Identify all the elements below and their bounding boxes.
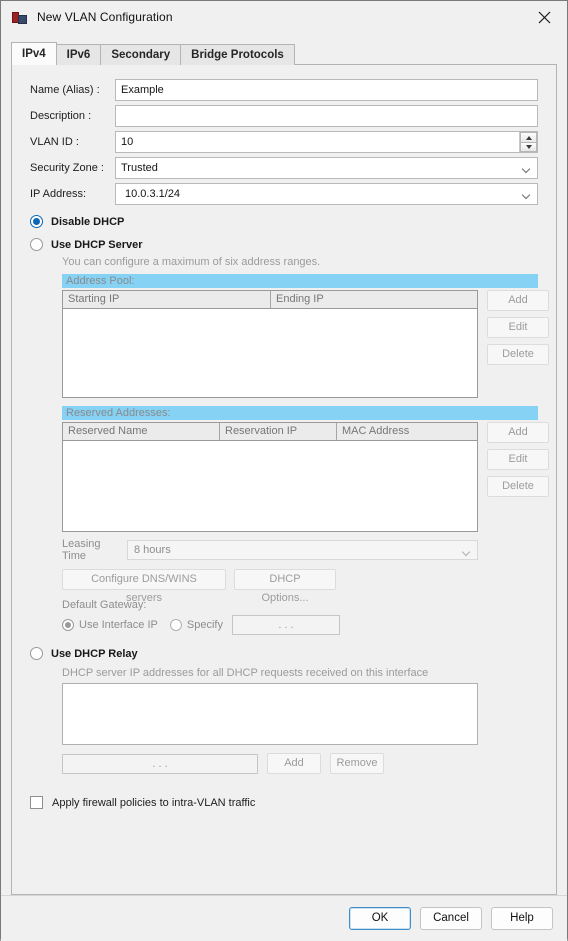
window-title: New VLAN Configuration (37, 10, 173, 24)
radio-use-dhcp-server-indicator (30, 238, 43, 251)
leasing-time-value: 8 hours (134, 544, 171, 556)
apply-firewall-policies-checkbox-row[interactable]: Apply firewall policies to intra-VLAN tr… (12, 796, 556, 809)
ip-address-select[interactable]: 10.0.3.1/24 (115, 183, 538, 205)
chevron-down-icon (463, 549, 470, 553)
reserved-edit-button[interactable]: Edit (487, 449, 549, 470)
leasing-time-row: Leasing Time 8 hours (62, 538, 478, 562)
radio-disable-dhcp[interactable]: Disable DHCP (12, 215, 556, 228)
reserved-addresses-buttons: Add Edit Delete (487, 422, 549, 503)
dhcp-relay-controls: . . . Add Remove (62, 753, 538, 774)
dhcp-server-section: You can configure a maximum of six addre… (12, 256, 556, 635)
name-label: Name (Alias) : (30, 84, 100, 96)
security-zone-label: Security Zone : (30, 162, 104, 174)
row-ip-address: IP Address: 10.0.3.1/24 (30, 183, 538, 205)
reserved-addresses-table[interactable]: Reserved Name Reservation IP MAC Address (62, 422, 478, 532)
radio-use-dhcp-server-label: Use DHCP Server (51, 238, 143, 251)
radio-use-dhcp-server[interactable]: Use DHCP Server (12, 238, 556, 251)
leasing-time-label: Leasing Time (62, 538, 101, 562)
col-ending-ip: Ending IP (271, 291, 477, 308)
dialog-body: IPv4 IPv6 Secondary Bridge Protocols Nam… (1, 33, 567, 895)
gateway-ip-value: . . . (278, 619, 294, 631)
row-security-zone: Security Zone : Trusted (30, 157, 538, 179)
vlan-app-icon (12, 9, 28, 25)
radio-specify-gateway-indicator[interactable] (169, 619, 182, 631)
new-vlan-configuration-dialog: New VLAN Configuration IPv4 IPv6 Seconda… (0, 0, 568, 941)
address-pool-add-button[interactable]: Add (487, 290, 549, 311)
tab-strip: IPv4 IPv6 Secondary Bridge Protocols (11, 42, 295, 65)
address-pool-row: Starting IP Ending IP Add Edit Delete (62, 290, 549, 398)
dhcp-server-hint: You can configure a maximum of six addre… (62, 256, 321, 268)
dhcp-options-button[interactable]: DHCP Options... (234, 569, 336, 604)
description-input[interactable] (115, 105, 538, 127)
radio-specify-gateway-label: Specify (186, 619, 223, 631)
address-pool-header: Starting IP Ending IP (63, 291, 477, 309)
apply-firewall-policies-label: Apply firewall policies to intra-VLAN tr… (52, 796, 256, 809)
radio-use-interface-ip-label: Use Interface IP (79, 619, 158, 631)
dhcp-relay-hint: DHCP server IP addresses for all DHCP re… (62, 667, 429, 679)
radio-use-interface-ip-indicator[interactable] (62, 619, 74, 631)
chevron-down-icon (523, 166, 530, 170)
reserved-addresses-band: Reserved Addresses: (62, 406, 538, 420)
col-mac-address: MAC Address (337, 423, 477, 440)
default-gateway-row: Use Interface IP Specify . . . (62, 615, 538, 635)
cancel-button[interactable]: Cancel (420, 907, 482, 930)
row-description: Description : (30, 105, 538, 127)
description-label: Description : (30, 110, 92, 122)
address-pool-band: Address Pool: (62, 274, 538, 288)
chevron-down-icon (523, 192, 530, 196)
reserved-addresses-header: Reserved Name Reservation IP MAC Address (63, 423, 477, 441)
row-name: Name (Alias) : (30, 79, 538, 101)
tab-secondary[interactable]: Secondary (100, 44, 182, 65)
reserved-add-button[interactable]: Add (487, 422, 549, 443)
tab-ipv6[interactable]: IPv6 (55, 44, 102, 65)
tab-panel-ipv4: Name (Alias) : Description : (11, 64, 557, 895)
vlan-id-stepper[interactable] (519, 132, 537, 152)
tab-bridge-protocols[interactable]: Bridge Protocols (180, 44, 295, 65)
row-vlan-id: VLAN ID : (30, 131, 538, 153)
address-pool-table[interactable]: Starting IP Ending IP (62, 290, 478, 398)
col-reserved-name: Reserved Name (63, 423, 220, 440)
col-reservation-ip: Reservation IP (220, 423, 337, 440)
address-pool-buttons: Add Edit Delete (487, 290, 549, 371)
security-zone-value: Trusted (121, 162, 158, 174)
security-zone-select[interactable]: Trusted (115, 157, 538, 179)
leasing-time-select[interactable]: 8 hours (127, 540, 478, 560)
dhcp-relay-add-button[interactable]: Add (267, 753, 321, 774)
tab-ipv4[interactable]: IPv4 (11, 42, 57, 65)
address-pool-edit-button[interactable]: Edit (487, 317, 549, 338)
vlan-id-label: VLAN ID : (30, 136, 79, 148)
help-button[interactable]: Help (491, 907, 553, 930)
ip-address-label: IP Address: (30, 188, 87, 200)
radio-use-dhcp-relay-indicator (30, 647, 43, 660)
col-starting-ip: Starting IP (63, 291, 271, 308)
relay-ip-value: . . . (152, 757, 168, 770)
address-pool-delete-button[interactable]: Delete (487, 344, 549, 365)
tab-container: IPv4 IPv6 Secondary Bridge Protocols Nam… (11, 42, 557, 895)
apply-firewall-policies-checkbox[interactable] (30, 796, 43, 809)
dhcp-relay-section: DHCP server IP addresses for all DHCP re… (12, 667, 556, 774)
radio-use-dhcp-relay-label: Use DHCP Relay (51, 647, 138, 660)
stepper-down-icon[interactable] (520, 142, 537, 152)
ok-button[interactable]: OK (349, 907, 411, 930)
reserved-addresses-row: Reserved Name Reservation IP MAC Address… (62, 422, 549, 532)
stepper-up-icon[interactable] (520, 132, 537, 142)
title-bar: New VLAN Configuration (1, 1, 567, 33)
reserved-delete-button[interactable]: Delete (487, 476, 549, 497)
dhcp-relay-remove-button[interactable]: Remove (330, 753, 384, 774)
dhcp-relay-list[interactable] (62, 683, 478, 745)
dhcp-relay-ip-input[interactable]: . . . (62, 753, 258, 774)
default-gateway-ip-input[interactable]: . . . (231, 615, 340, 635)
vlan-id-input[interactable] (115, 131, 538, 153)
radio-disable-dhcp-label: Disable DHCP (51, 215, 125, 228)
close-icon[interactable] (521, 1, 567, 33)
name-input[interactable] (115, 79, 538, 101)
configure-dns-wins-button[interactable]: Configure DNS/WINS servers (62, 569, 226, 604)
ip-address-value: 10.0.3.1/24 (125, 188, 181, 200)
dhcp-extra-buttons: Configure DNS/WINS servers DHCP Options.… (62, 569, 538, 604)
radio-use-dhcp-relay[interactable]: Use DHCP Relay (12, 647, 556, 660)
vlan-form: Name (Alias) : Description : (12, 65, 556, 205)
dialog-footer: OK Cancel Help (1, 895, 567, 941)
radio-disable-dhcp-indicator (30, 215, 43, 228)
